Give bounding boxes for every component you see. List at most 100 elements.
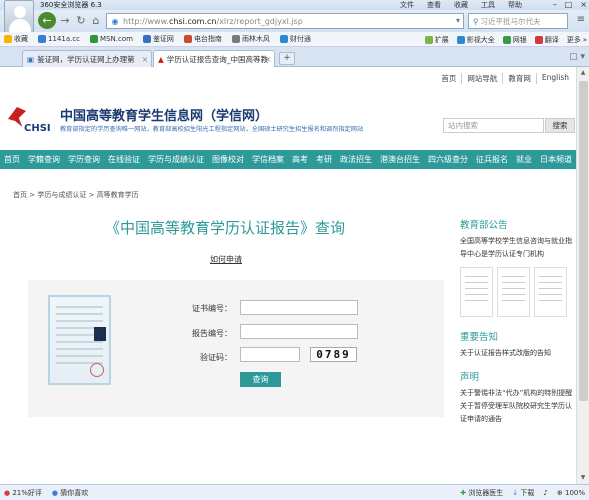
menu-icon[interactable]: ≡: [577, 14, 585, 25]
nav-item[interactable]: 首页: [0, 154, 24, 165]
bookmark-item[interactable]: 鉴证网: [142, 34, 174, 44]
nav-item[interactable]: 四六级查分: [424, 154, 472, 165]
captcha-input[interactable]: [240, 347, 300, 362]
close-tab-icon[interactable]: ×: [265, 55, 271, 64]
download-icon: ↓: [512, 488, 519, 497]
breadcrumb-home[interactable]: 首页: [13, 191, 27, 199]
nav-item[interactable]: 学信档案: [248, 154, 288, 165]
home-button[interactable]: ⌂: [89, 12, 103, 29]
menu-favorites[interactable]: 收藏: [454, 0, 468, 10]
nav-item[interactable]: 在线验证: [104, 154, 144, 165]
doctor-button[interactable]: ✚ 浏览器医生: [460, 488, 503, 498]
notice-thumbnails: [460, 267, 576, 317]
browser-window: 360安全浏览器 6.3 文件 查看 收藏 工具 帮助 – □ × ← → ↻ …: [0, 0, 589, 500]
notice-document-thumb[interactable]: [460, 267, 493, 317]
page-icon: [90, 35, 99, 43]
captcha-label: 验证码：: [200, 353, 232, 362]
site-logo[interactable]: CHSI: [6, 107, 54, 141]
cert-number-label: 证书编号：: [192, 304, 232, 313]
refresh-button[interactable]: ↻: [74, 12, 88, 29]
sound-icon[interactable]: ♪: [543, 489, 547, 497]
menu-help[interactable]: 帮助: [508, 0, 522, 10]
close-icon[interactable]: ×: [580, 0, 587, 10]
new-tab-button[interactable]: +: [279, 52, 295, 65]
bank-button[interactable]: 网银: [502, 35, 527, 45]
tab-list-icon[interactable]: ▢ ▾: [569, 52, 585, 62]
bookmark-item[interactable]: 1141a.cc: [38, 35, 80, 43]
query-button[interactable]: 查询: [240, 372, 281, 387]
report-number-label: 报告编号：: [192, 329, 232, 338]
link-home[interactable]: 首页: [436, 73, 461, 84]
statement-link[interactable]: 关于警惕非法“代办”机构的特别提醒: [460, 387, 576, 400]
video-button[interactable]: 影视大全: [456, 35, 495, 45]
sidebar: 教育部公告 全国高等学校学生信息咨询与就业指导中心是学历认证专门机构 重要告知 …: [460, 217, 576, 426]
scroll-down-icon[interactable]: ▼: [577, 472, 589, 484]
menu-file[interactable]: 文件: [400, 0, 414, 10]
address-bar[interactable]: ◉ http://www.chsi.com.cn/xlrz/report_gdj…: [106, 13, 464, 29]
nav-item[interactable]: 图像校对: [208, 154, 248, 165]
breadcrumb-cert[interactable]: 学历与成绩认证: [37, 191, 86, 199]
favorites-button[interactable]: 收藏: [4, 34, 28, 44]
download-button[interactable]: ↓ 下载: [512, 488, 534, 498]
nav-item[interactable]: 港澳台招生: [376, 154, 424, 165]
page-icon: ▲: [158, 54, 164, 64]
search-icon: ⚲: [473, 16, 479, 26]
site-search-button[interactable]: 搜索: [545, 118, 575, 133]
captcha-image[interactable]: 0789: [310, 347, 357, 362]
link-edu[interactable]: 教育网: [502, 73, 536, 84]
link-english[interactable]: English: [535, 73, 574, 84]
bookmark-item[interactable]: MSN.com: [90, 35, 133, 43]
tab-strip: ▣ 鉴证网，学历认证网上办理第 × ▲ 学历认证报告查询_中国高等教 × + ▢…: [0, 47, 589, 67]
forward-button[interactable]: →: [58, 12, 72, 29]
close-tab-icon[interactable]: ×: [142, 55, 148, 64]
nav-item[interactable]: 考研: [312, 154, 336, 165]
link-sitemap[interactable]: 网站导航: [461, 73, 502, 84]
tab-item-active[interactable]: ▲ 学历认证报告查询_中国高等教 ×: [153, 50, 275, 67]
refresh-icon: ↻: [76, 14, 86, 27]
menu-tools[interactable]: 工具: [481, 0, 495, 10]
rating-status[interactable]: ● 21%好评: [4, 488, 42, 498]
site-search-input[interactable]: 站内搜索: [443, 118, 544, 133]
page-title: 《中国高等教育学历认证报告》查询: [105, 219, 346, 237]
nav-item[interactable]: 学历与成绩认证: [144, 154, 208, 165]
page-icon: [231, 35, 240, 43]
bookmark-item[interactable]: 财付通: [279, 34, 311, 44]
howto-link[interactable]: 如何申请: [210, 254, 242, 265]
bookmarks-bar: 收藏 1141a.cc MSN.com 鉴证网 电台指南 雨林木风 财付通 扩展…: [0, 32, 589, 47]
zoom-level[interactable]: ⊕ 100%: [557, 489, 585, 497]
statement-link[interactable]: 关于暂停受理军队院校研究生学历认证申请的通告: [460, 400, 576, 426]
globe-icon: ◉: [111, 16, 119, 26]
nav-item[interactable]: 高考: [288, 154, 312, 165]
minimize-icon[interactable]: –: [553, 0, 557, 10]
nav-item[interactable]: 学籍查询: [24, 154, 64, 165]
dropdown-icon[interactable]: ▾: [456, 16, 460, 25]
report-number-input[interactable]: [240, 324, 358, 339]
translate-button[interactable]: 翻译: [534, 35, 559, 45]
recommend-status[interactable]: ● 猜你喜欢: [52, 488, 88, 498]
important-link[interactable]: 关于认证报告样式改版的告知: [460, 347, 576, 360]
user-avatar[interactable]: [4, 0, 34, 34]
certificate-sample-image: [48, 295, 111, 385]
more-button[interactable]: 更多»: [567, 35, 587, 45]
notice-link[interactable]: 全国高等学校学生信息咨询与就业指导中心是学历认证专门机构: [460, 235, 576, 261]
bookmark-item[interactable]: 雨林木风: [231, 34, 270, 44]
page-scrollbar[interactable]: ▲ ▼: [576, 67, 589, 484]
notice-document-thumb[interactable]: [497, 267, 530, 317]
nav-item[interactable]: 征兵报名: [472, 154, 512, 165]
back-button[interactable]: ←: [38, 12, 56, 29]
maximize-icon[interactable]: □: [565, 0, 573, 10]
bookmark-item[interactable]: 电台指南: [183, 34, 222, 44]
nav-item[interactable]: 政法招生: [336, 154, 376, 165]
nav-item[interactable]: 就业: [512, 154, 536, 165]
notice-document-thumb[interactable]: [534, 267, 567, 317]
browser-search-input[interactable]: ⚲ 习近平抵马尔代夫: [468, 13, 568, 29]
app-title: 360安全浏览器 6.3: [40, 1, 102, 9]
nav-item[interactable]: 学历查询: [64, 154, 104, 165]
tab-item[interactable]: ▣ 鉴证网，学历认证网上办理第 ×: [22, 50, 152, 67]
extensions-button[interactable]: 扩展: [424, 35, 449, 45]
nav-item[interactable]: 日本频道: [536, 154, 576, 165]
menu-view[interactable]: 查看: [427, 0, 441, 10]
scroll-thumb[interactable]: [579, 81, 588, 401]
scroll-up-icon[interactable]: ▲: [577, 67, 589, 79]
cert-number-input[interactable]: [240, 300, 358, 315]
